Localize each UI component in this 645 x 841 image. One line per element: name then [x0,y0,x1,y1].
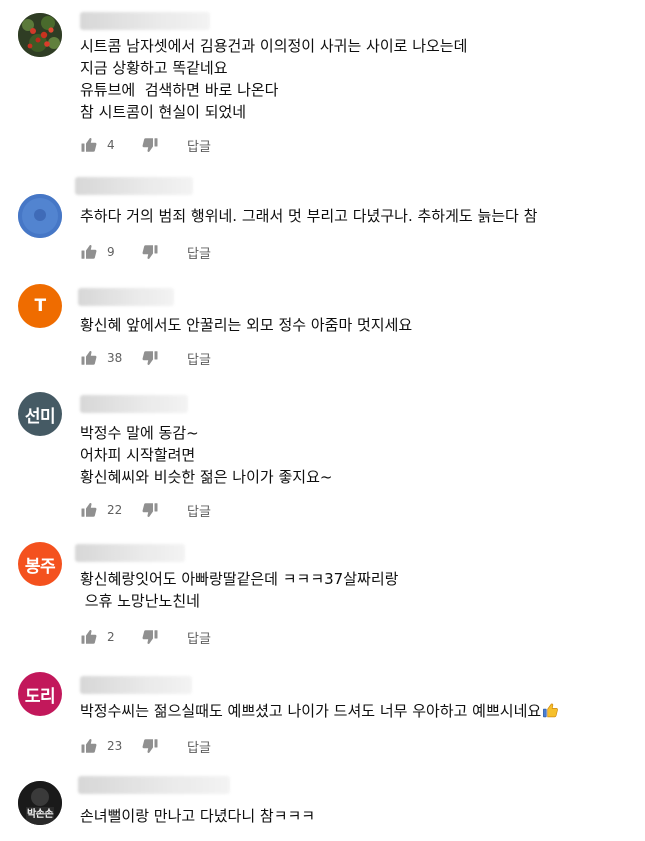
reply-button[interactable]: 답글 [187,243,211,262]
thumbs-up-emoji-icon [542,702,559,725]
comment-text: 시트콤 남자셋에서 김용건과 이의정이 사귀는 사이로 나오는데지금 상황하고 … [80,35,635,123]
thumbs-down-icon[interactable] [141,501,159,519]
comment-line-text: 박정수씨는 젊으실때도 예쁘셨고 나이가 드셔도 너무 우아하고 예쁘시네요 [80,702,542,720]
comment-line: 박정수씨는 젊으실때도 예쁘셨고 나이가 드셔도 너무 우아하고 예쁘시네요 [80,700,635,722]
author-avatar[interactable]: 박손손 [18,781,62,825]
avatar-photo-caption: 박손손 [26,809,54,820]
comment-line: 손녀뻘이랑 만나고 다녔다니 참ㅋㅋㅋ [80,805,635,827]
comment-text: 황신혜 앞에서도 안꿀리는 외모 정수 아줌마 멋지세요 [80,314,635,336]
comment-line-text: 어차피 시작할려면 [80,446,196,464]
comment-actions: 38 답글 [80,349,211,368]
author-avatar[interactable]: T [18,284,62,328]
comment-line: 참 시트콤이 현실이 되었네 [80,101,635,123]
author-name-redacted[interactable] [78,776,230,794]
comment-text: 박정수 말에 동감~ 어차피 시작할려면황신혜씨와 비슷한 젊은 나이가 좋지요~ [80,422,635,488]
thumbs-up-icon[interactable] [80,737,98,755]
reply-button[interactable]: 답글 [187,136,211,155]
author-name-redacted[interactable] [75,177,193,195]
like-count: 22 [107,503,123,517]
comment-line-text: 박정수 말에 동감~ [80,424,199,442]
author-avatar[interactable] [18,194,62,238]
comment-actions: 4 답글 [80,136,211,155]
author-name-redacted[interactable] [80,395,188,413]
comment-line-text: 황신혜 앞에서도 안꿀리는 외모 정수 아줌마 멋지세요 [80,316,413,334]
comment-line: 유튜브에 검색하면 바로 나온다 [80,79,635,101]
thumbs-up-icon[interactable] [80,136,98,154]
avatar-initials: 도리 [24,686,56,707]
comment-text: 황신혜랑잇어도 아빠랑딸같은데 ㅋㅋㅋ37살짜리랑 으휴 노망난노친네 [80,568,635,612]
author-name-redacted[interactable] [75,544,185,562]
comment-line-text: 추하다 거의 범죄 행위네. 그래서 멋 부리고 다녔구나. 추하게도 늙는다 … [80,207,538,225]
thumbs-up-icon[interactable] [80,349,98,367]
comment-text: 박정수씨는 젊으실때도 예쁘셨고 나이가 드셔도 너무 우아하고 예쁘시네요 [80,700,635,722]
author-name-redacted[interactable] [80,12,210,30]
comment-line: 어차피 시작할려면 [80,444,635,466]
comment-line-text: 참 시트콤이 현실이 되었네 [80,103,247,121]
like-count: 4 [107,138,115,152]
like-count: 23 [107,739,123,753]
comment-line: 으휴 노망난노친네 [80,590,635,612]
comment-line-text: 유튜브에 검색하면 바로 나온다 [80,81,279,99]
comment-text: 손녀뻘이랑 만나고 다녔다니 참ㅋㅋㅋ [80,805,635,827]
author-avatar[interactable]: 선미 [18,392,62,436]
avatar-initials: 봉주 [24,556,56,577]
author-name-redacted[interactable] [80,676,192,694]
comment-line-text: 시트콤 남자셋에서 김용건과 이의정이 사귀는 사이로 나오는데 [80,37,468,55]
reply-button[interactable]: 답글 [187,737,211,756]
avatar-initials: 선미 [24,406,56,427]
author-avatar[interactable]: 봉주 [18,542,62,586]
comment-line: 시트콤 남자셋에서 김용건과 이의정이 사귀는 사이로 나오는데 [80,35,635,57]
avatar-initials: T [34,296,46,316]
thumbs-down-icon[interactable] [141,136,159,154]
comment-line-text: 지금 상황하고 똑같네요 [80,59,228,77]
thumbs-down-icon[interactable] [141,628,159,646]
thumbs-down-icon[interactable] [141,737,159,755]
comment-line-text: 황신혜씨와 비슷한 젊은 나이가 좋지요~ [80,468,333,486]
like-count: 38 [107,351,123,365]
comment-line: 황신혜 앞에서도 안꿀리는 외모 정수 아줌마 멋지세요 [80,314,635,336]
comment-line: 지금 상황하고 똑같네요 [80,57,635,79]
comment-line-text: 황신혜랑잇어도 아빠랑딸같은데 ㅋㅋㅋ37살짜리랑 [80,570,399,588]
comment-line: 박정수 말에 동감~ [80,422,635,444]
thumbs-up-icon[interactable] [80,501,98,519]
thumbs-down-icon[interactable] [141,349,159,367]
thumbs-down-icon[interactable] [141,243,159,261]
comment-actions: 9 답글 [80,243,211,262]
reply-button[interactable]: 답글 [187,349,211,368]
comment-line-text: 으휴 노망난노친네 [80,592,200,610]
comment-actions: 23 답글 [80,737,211,756]
comment-actions: 22 답글 [80,501,211,520]
author-avatar[interactable] [18,13,62,57]
comment-line: 황신혜랑잇어도 아빠랑딸같은데 ㅋㅋㅋ37살짜리랑 [80,568,635,590]
author-name-redacted[interactable] [78,288,174,306]
thumbs-up-icon[interactable] [80,628,98,646]
comment-line: 추하다 거의 범죄 행위네. 그래서 멋 부리고 다녔구나. 추하게도 늙는다 … [80,205,635,227]
like-count: 9 [107,245,115,259]
thumbs-up-icon[interactable] [80,243,98,261]
reply-button[interactable]: 답글 [187,628,211,647]
reply-button[interactable]: 답글 [187,501,211,520]
comment-line-text: 손녀뻘이랑 만나고 다녔다니 참ㅋㅋㅋ [80,807,316,825]
like-count: 2 [107,630,115,644]
comment-text: 추하다 거의 범죄 행위네. 그래서 멋 부리고 다녔구나. 추하게도 늙는다 … [80,205,635,227]
comment-actions: 2 답글 [80,628,211,647]
comment-line: 황신혜씨와 비슷한 젊은 나이가 좋지요~ [80,466,635,488]
author-avatar[interactable]: 도리 [18,672,62,716]
